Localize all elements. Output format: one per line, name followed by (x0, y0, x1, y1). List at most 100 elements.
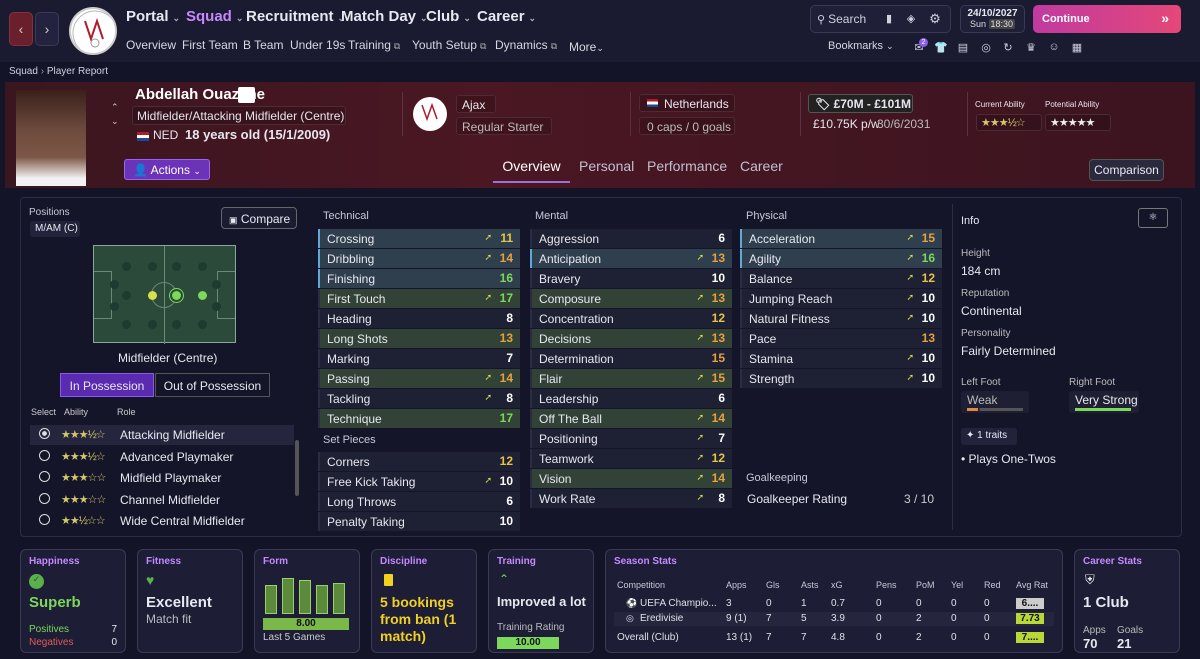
attr-row[interactable]: Composure ➚ 13 (530, 289, 732, 308)
attr-row[interactable]: Long Shots 13 (318, 329, 520, 348)
in-possession-toggle[interactable]: In Possession (60, 373, 154, 397)
attr-row[interactable]: Penalty Taking 10 (318, 512, 520, 531)
radio-button[interactable] (39, 428, 50, 439)
tab-personal[interactable]: Personal (579, 158, 634, 174)
attr-row[interactable]: Heading 8 (318, 309, 520, 328)
attr-row[interactable]: Technique 17 (318, 409, 520, 428)
sub-first-team[interactable]: First Team (182, 38, 238, 52)
calendar-icon[interactable]: ▦ (1070, 41, 1084, 54)
forward-button[interactable]: › (35, 12, 59, 46)
attr-row[interactable]: Acceleration ➚ 15 (740, 229, 942, 248)
attr-row[interactable]: Teamwork ➚ 12 (530, 449, 732, 468)
attr-row[interactable]: Flair ➚ 15 (530, 369, 732, 388)
attr-row[interactable]: Marking 7 (318, 349, 520, 368)
attr-row[interactable]: Finishing 16 (318, 269, 520, 288)
role-row[interactable]: ★★½☆☆ Wide Central Midfielder (30, 511, 294, 531)
bookmark-icon[interactable]: ▮ (879, 12, 899, 25)
contract-icon[interactable]: ▤ (956, 41, 970, 54)
attr-row[interactable]: Aggression 6 (530, 229, 732, 248)
sub-under-19s[interactable]: Under 19s (290, 38, 345, 52)
tab-career[interactable]: Career (740, 158, 783, 174)
comparison-button[interactable]: Comparison (1089, 159, 1164, 181)
attr-row[interactable]: Agility ➚ 16 (740, 249, 942, 268)
staff-icon[interactable]: ☺ (1047, 41, 1061, 53)
training-card[interactable]: Training ⌃ Improved a lot Training Ratin… (488, 549, 594, 653)
attr-row[interactable]: Free Kick Taking ➚ 10 (318, 472, 520, 491)
attr-row[interactable]: Vision ➚ 14 (530, 469, 732, 488)
attr-row[interactable]: Corners 12 (318, 452, 520, 471)
form-card[interactable]: Form 8.00 Last 5 Games (254, 549, 360, 653)
radio-button[interactable] (39, 492, 50, 504)
crumb-squad[interactable]: Squad (9, 66, 38, 77)
attr-row[interactable]: Crossing ➚ 11 (318, 229, 520, 248)
out-possession-toggle[interactable]: Out of Possession (155, 373, 270, 397)
compare-button[interactable]: ▣ Compare (221, 207, 297, 229)
attr-row[interactable]: Leadership 6 (530, 389, 732, 408)
attr-row[interactable]: Passing ➚ 14 (318, 369, 520, 388)
sub-youth-setup[interactable]: Youth Setup ⧉ (412, 38, 486, 52)
refresh-icon[interactable]: ↻ (1001, 41, 1015, 54)
date-display[interactable]: 24/10/2027 Sun 18:30 (960, 5, 1025, 33)
role-row[interactable]: ★★★☆☆ Channel Midfielder (30, 490, 294, 510)
bookmarks-menu[interactable]: Bookmarks ⌄ (828, 40, 894, 52)
career-stats-card[interactable]: Career Stats ⛨ 1 Club Apps Goals 70 21 (1074, 549, 1180, 653)
attr-row[interactable]: Decisions ➚ 13 (530, 329, 732, 348)
attr-row[interactable]: Off The Ball ➚ 14 (530, 409, 732, 428)
menu-recruitment[interactable]: Recruitment ⌄ (246, 8, 345, 25)
discipline-card[interactable]: Discipline 5 bookings from ban (1 match) (371, 549, 477, 653)
attr-row[interactable]: First Touch ➚ 17 (318, 289, 520, 308)
menu-match-day[interactable]: Match Day ⌄ (341, 8, 428, 25)
tab-performance[interactable]: Performance (647, 158, 727, 174)
trophy-icon[interactable]: ♛ (1024, 41, 1038, 54)
scrollbar[interactable] (295, 440, 299, 496)
info-settings-icon[interactable]: ⚛ (1138, 208, 1168, 228)
role-row[interactable]: ★★★½☆ Advanced Playmaker (30, 447, 294, 467)
menu-squad[interactable]: Squad ⌄ (186, 8, 243, 25)
continue-button[interactable]: Continue» (1033, 5, 1181, 33)
season-stats-card[interactable]: Season Stats Competition Apps Gls Asts xG Pen… (605, 549, 1063, 653)
menu-career[interactable]: Career ⌄ (477, 8, 536, 25)
radio-button[interactable] (39, 449, 50, 461)
happiness-card[interactable]: Happiness ✓ Superb Positives 7 Negatives… (20, 549, 126, 653)
shield-icon[interactable]: ◈ (901, 12, 921, 25)
country-box[interactable]: Netherlands (639, 94, 735, 112)
search-button[interactable]: ⚲ Search (817, 12, 877, 26)
attr-row[interactable]: Stamina ➚ 10 (740, 349, 942, 368)
role-row[interactable]: ★★★☆☆ Midfield Playmaker (30, 468, 294, 488)
gear-icon[interactable]: ⚙ (925, 11, 945, 27)
attr-row[interactable]: Determination 15 (530, 349, 732, 368)
sub-more[interactable]: More⌄ (569, 40, 604, 54)
menu-club[interactable]: Club ⌄ (426, 8, 471, 25)
radio-button[interactable] (39, 514, 50, 525)
attr-row[interactable]: Strength ➚ 10 (740, 369, 942, 388)
club-logo[interactable] (69, 7, 117, 55)
menu-portal[interactable]: Portal ⌄ (126, 8, 180, 25)
attr-row[interactable]: Anticipation ➚ 13 (530, 249, 732, 268)
attr-row[interactable]: Long Throws 6 (318, 492, 520, 511)
sub-overview[interactable]: Overview (126, 38, 176, 52)
attr-row[interactable]: Dribbling ➚ 14 (318, 249, 520, 268)
attr-row[interactable]: Tackling ➚ 8 (318, 389, 520, 408)
value-box[interactable]: 🏷 £70M - £101M (808, 94, 913, 113)
scout-icon[interactable]: ◎ (979, 41, 993, 54)
sub-b-team[interactable]: B Team (243, 38, 283, 52)
club-name-box[interactable]: Ajax (456, 95, 496, 113)
fitness-card[interactable]: Fitness ♥ Excellent Match fit (137, 549, 243, 653)
sub-dynamics[interactable]: Dynamics ⧉ (495, 38, 557, 52)
attr-row[interactable]: Concentration 12 (530, 309, 732, 328)
prev-player-icon[interactable]: ⌃ (111, 102, 119, 113)
attr-row[interactable]: Pace 13 (740, 329, 942, 348)
club-badge[interactable] (413, 97, 447, 131)
next-player-icon[interactable]: ⌄ (111, 116, 119, 127)
actions-button[interactable]: 👤 Actions ⌄ (124, 159, 210, 180)
attr-row[interactable]: Work Rate ➚ 8 (530, 489, 732, 508)
kit-icon[interactable]: 👕 (934, 41, 948, 54)
attr-row[interactable]: Bravery 10 (530, 269, 732, 288)
attr-row[interactable]: Natural Fitness ➚ 10 (740, 309, 942, 328)
sub-training[interactable]: Training ⧉ (348, 38, 400, 52)
role-row[interactable]: ★★★½☆ Attacking Midfielder (30, 425, 294, 445)
radio-button[interactable] (39, 471, 50, 482)
attr-row[interactable]: Jumping Reach ➚ 10 (740, 289, 942, 308)
tab-overview[interactable]: Overview (493, 158, 570, 183)
attr-row[interactable]: Positioning ➚ 7 (530, 429, 732, 448)
